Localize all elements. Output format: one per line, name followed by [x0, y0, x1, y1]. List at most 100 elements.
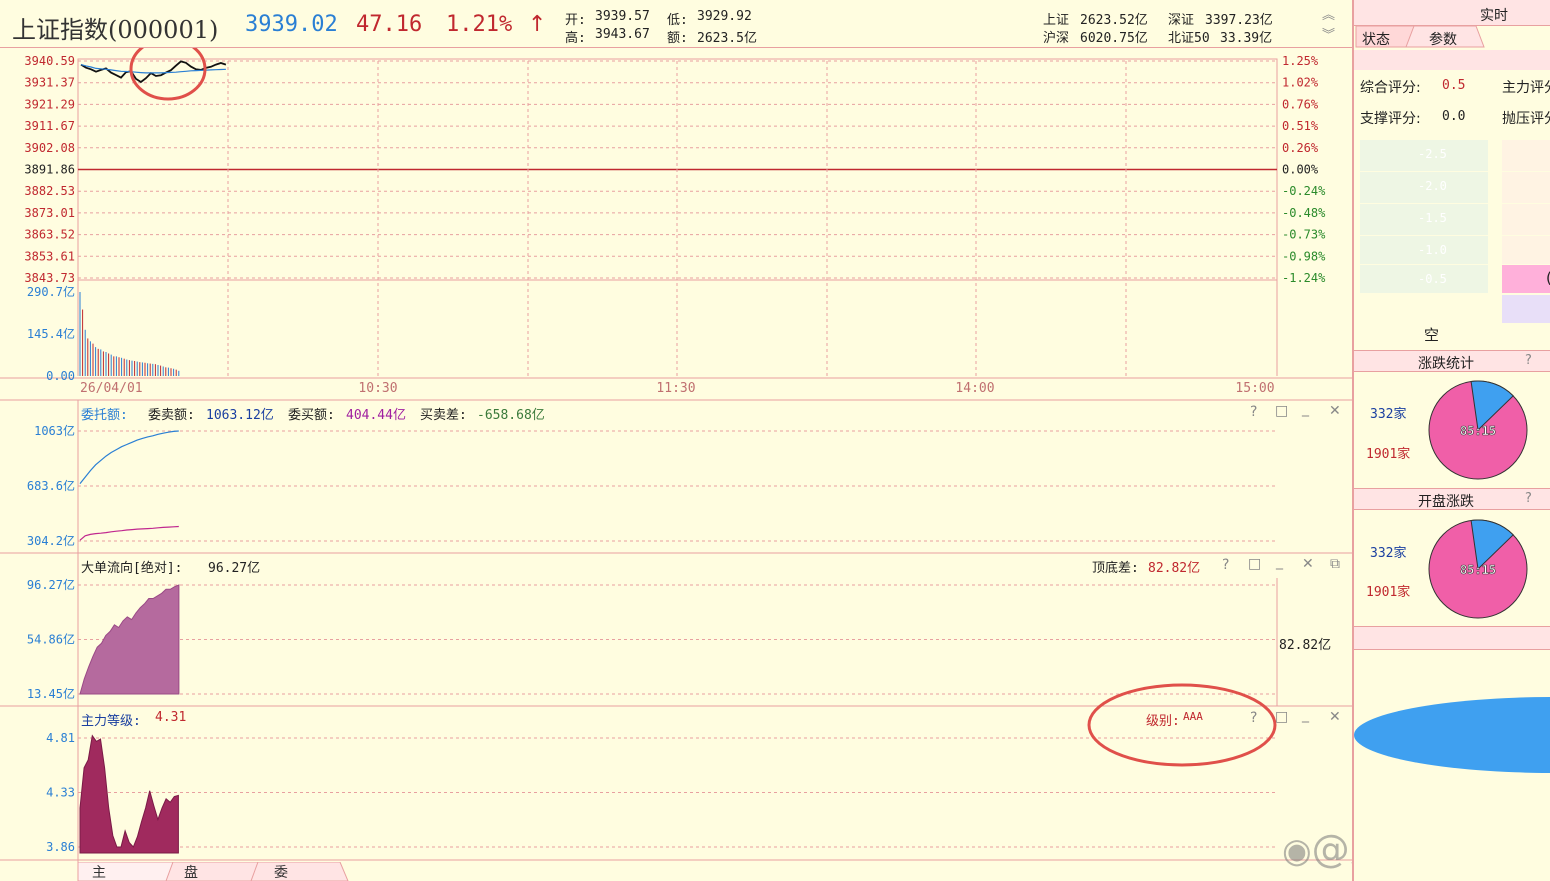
- right-strip: [1354, 50, 1550, 70]
- price-tick-right: 0.76%: [1282, 97, 1319, 111]
- chart-canvas: 3940.59 1.25% 3931.37 1.02% 3921.29 0.76% 3911…: [0, 48, 1352, 881]
- state-text: 空: [1424, 326, 1440, 344]
- help-icon[interactable]: ?: [1222, 557, 1229, 573]
- ladder-value: -1.0: [1418, 243, 1447, 257]
- scroll-down-icon[interactable]: ︾: [1322, 24, 1335, 43]
- index-change-pct: 1.21%: [446, 12, 513, 37]
- index-name[interactable]: 上证指数(000001): [12, 10, 218, 45]
- weibo-logo-icon: ◉: [1282, 831, 1312, 871]
- price-tick-right: 1.25%: [1282, 54, 1319, 68]
- low-value: 3929.92: [697, 9, 752, 24]
- high-value: 3943.67: [595, 27, 650, 42]
- entrust-tick: 1063亿: [34, 423, 75, 438]
- entrust-tick: 683.6亿: [27, 478, 75, 493]
- stat2-header: 开盘涨跌 ?: [1354, 488, 1550, 510]
- bz-value: 33.39亿: [1220, 31, 1273, 46]
- tab-status[interactable]: 状态: [1362, 29, 1390, 49]
- entrust-tick: 304.2亿: [27, 533, 75, 548]
- support-value: 0.0: [1442, 109, 1466, 124]
- score-value: 0.5: [1442, 78, 1466, 93]
- main-force-value: 4.31: [155, 710, 187, 725]
- help-icon[interactable]: ?: [1250, 710, 1257, 726]
- hs-value: 6020.75亿: [1080, 31, 1148, 46]
- score-label: 综合评分:: [1360, 80, 1421, 96]
- sz-label: 深证: [1168, 13, 1195, 28]
- close-icon[interactable]: ✕: [1302, 556, 1314, 572]
- sell-entrust-line: [79, 430, 179, 484]
- price-tick-left: 3853.61: [24, 249, 75, 263]
- main-force-tick: 4.81: [46, 731, 75, 745]
- tab-main-force[interactable]: 主力等级: [78, 862, 106, 881]
- entrust-buy-label: 委买额:: [288, 408, 335, 423]
- volume-tick: 145.4亿: [27, 326, 75, 341]
- ladder-value: -2.5: [1418, 147, 1447, 161]
- stat1-up-count: 332家: [1370, 407, 1407, 422]
- price-tick-right: -0.98%: [1282, 249, 1326, 263]
- volume-tick: 290.7亿: [27, 284, 75, 299]
- main-force-tick: 4.33: [46, 786, 75, 800]
- right-panel: 实时 状态 参数 综合评分: 0.5 主力评分 支撑评分: 0.0 抛压评分 -…: [1352, 0, 1550, 881]
- main-score-label: 主力评分: [1502, 80, 1550, 96]
- ladder-row: -2.5: [1360, 140, 1488, 171]
- price-tick-left: 3902.08: [24, 141, 75, 155]
- tab-market-funds[interactable]: 盘面资金: [170, 862, 198, 881]
- big-order-value: 96.27亿: [208, 561, 261, 576]
- time-tick: 14:00: [955, 381, 994, 396]
- price-tick-right: -1.24%: [1282, 271, 1326, 285]
- restore-icon[interactable]: ⧉: [1330, 556, 1340, 572]
- entrust-diff-label: 买卖差:: [420, 408, 467, 423]
- tab-shapes: [78, 862, 349, 881]
- big-order-tick: 54.86亿: [27, 632, 75, 647]
- entrust-sell-value: 1063.12亿: [206, 408, 274, 423]
- time-tick: 15:00: [1235, 381, 1274, 396]
- close-icon[interactable]: ✕: [1329, 709, 1341, 725]
- price-tick-right: 1.02%: [1282, 76, 1319, 90]
- sh-label: 上证: [1043, 13, 1070, 28]
- stat1-header: 涨跌统计 ?: [1354, 350, 1550, 372]
- time-tick: 11:30: [656, 381, 695, 396]
- open-label: 开:: [565, 13, 586, 28]
- bz-label: 北证50: [1168, 31, 1210, 46]
- stat1-title: 涨跌统计: [1418, 356, 1474, 372]
- help-icon[interactable]: ?: [1250, 404, 1257, 420]
- ladder-row: -1.5: [1360, 204, 1488, 235]
- price-tick-right: 0.26%: [1282, 141, 1319, 155]
- blue-ellipse-shape: [1354, 697, 1550, 773]
- price-tick-left: 3940.59: [24, 54, 75, 68]
- high-label: 高:: [565, 31, 586, 46]
- price-tick-right: 0.00%: [1282, 163, 1319, 177]
- price-tick-left: 3843.73: [24, 271, 75, 285]
- blue-ellipse-widget: [1354, 697, 1550, 773]
- help-icon[interactable]: ?: [1525, 353, 1532, 368]
- hs-label: 沪深: [1043, 31, 1070, 46]
- stat3-header: [1354, 626, 1550, 650]
- tab-entrust-ratio[interactable]: 委托比: [260, 862, 288, 881]
- scroll-up-icon[interactable]: ︽: [1322, 4, 1335, 23]
- help-icon[interactable]: ?: [1525, 491, 1532, 506]
- ladder-right-2: [1502, 172, 1550, 203]
- big-order-area: [79, 584, 180, 695]
- maximize-icon[interactable]: □: [1248, 556, 1261, 572]
- volume-chart: 290.7亿 145.4亿 0.00: [27, 284, 180, 383]
- entrust-diff-value: -658.68亿: [477, 408, 545, 423]
- minimize-icon[interactable]: _: [1276, 554, 1283, 570]
- maximize-icon[interactable]: □: [1275, 709, 1288, 725]
- close-icon[interactable]: ✕: [1329, 403, 1341, 419]
- main-force-title: 主力等级:: [81, 714, 141, 729]
- price-tick-left: 3873.01: [24, 206, 75, 220]
- ladder-value: -2.0: [1418, 179, 1447, 193]
- right-panel-header: 实时: [1354, 0, 1550, 26]
- price-tick-right: -0.24%: [1282, 184, 1326, 198]
- big-order-tick: 13.45亿: [27, 686, 75, 701]
- realtime-title[interactable]: 实时: [1480, 5, 1508, 25]
- stat1-pie: 85:15: [1428, 380, 1528, 480]
- pressure-label: 抛压评分: [1502, 111, 1550, 127]
- price-tick-left: 3891.86: [24, 163, 75, 177]
- open-value: 3939.57: [595, 9, 650, 24]
- main-force-tick: 3.86: [46, 840, 75, 854]
- maximize-icon[interactable]: □: [1275, 403, 1288, 419]
- minimize-icon[interactable]: _: [1302, 707, 1309, 723]
- minimize-icon[interactable]: _: [1302, 401, 1309, 417]
- price-tick-right: -0.48%: [1282, 206, 1326, 220]
- tab-params[interactable]: 参数: [1429, 29, 1457, 49]
